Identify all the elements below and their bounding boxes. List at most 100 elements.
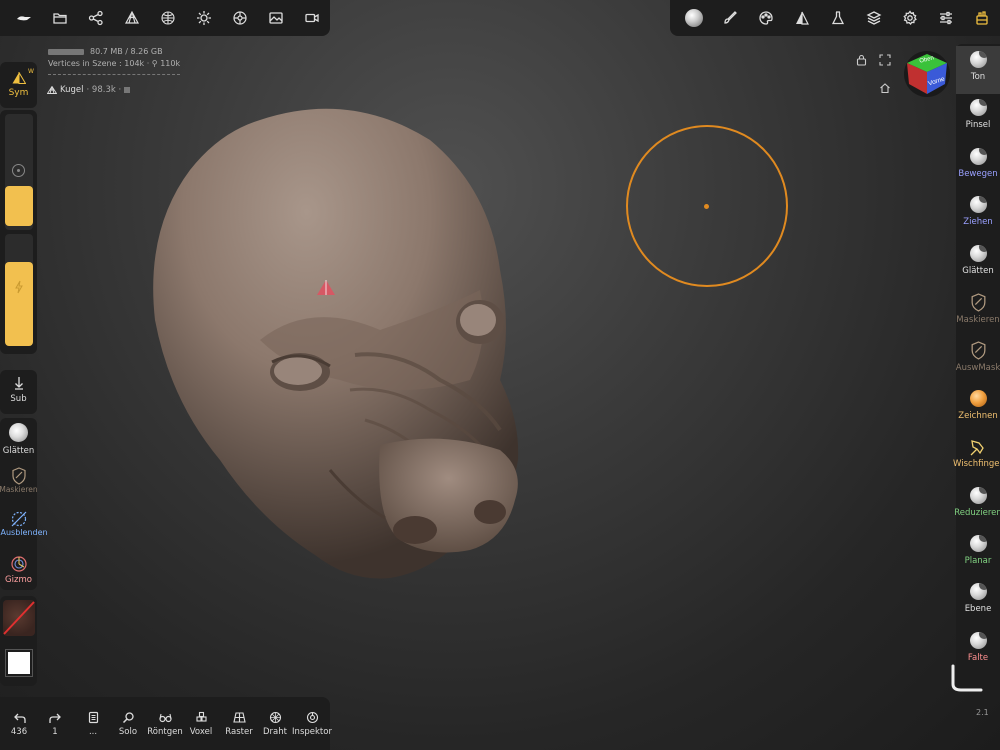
- sliders-icon[interactable]: [928, 0, 964, 36]
- color-swatch[interactable]: [5, 649, 33, 677]
- settings-wheel-icon[interactable]: [222, 0, 258, 36]
- bottom-tool-magnifier[interactable]: Solo: [108, 697, 148, 750]
- brush-center-dot: [704, 204, 709, 209]
- tool-label: Maskieren: [956, 315, 1000, 325]
- subdivide-button[interactable]: Sub: [0, 376, 37, 414]
- bottom-tool-inspector[interactable]: Inspektor: [292, 697, 332, 750]
- video-icon[interactable]: [294, 0, 330, 36]
- tool-label: Planar: [964, 556, 992, 566]
- undo-icon: [13, 713, 26, 723]
- bottom-tool-label: Voxel: [189, 726, 213, 737]
- object-color-swatch: [124, 87, 131, 93]
- tool-glätten[interactable]: Glätten: [956, 240, 1000, 288]
- flask-icon[interactable]: [820, 0, 856, 36]
- hide-sphere-icon: [11, 511, 26, 527]
- object-label[interactable]: Kugel · 98.3k ·: [47, 85, 131, 95]
- symmetry-toggle[interactable]: W Sym: [0, 62, 37, 108]
- logo-icon[interactable]: [6, 0, 42, 36]
- left-tool-label: Sub: [10, 394, 27, 404]
- matcap-sphere-icon[interactable]: [676, 0, 712, 36]
- palette-icon[interactable]: [748, 0, 784, 36]
- left-tool-label: Ausblenden: [0, 528, 48, 537]
- no-material-icon: [3, 601, 35, 635]
- view-controls: [852, 52, 896, 96]
- gizmo-icon: [10, 556, 27, 572]
- tool-label: Ziehen: [963, 217, 993, 228]
- gear-icon[interactable]: [892, 0, 928, 36]
- mesh-icon: [47, 86, 57, 94]
- left-tool-label: Maskieren: [0, 485, 38, 494]
- bottom-tool-label: ...: [88, 726, 98, 737]
- brush-sphere-icon: [969, 196, 987, 214]
- tool-label: AuswMask: [955, 363, 1000, 374]
- tool-ziehen[interactable]: Ziehen: [956, 191, 1000, 239]
- scene-info: 80.7 MB / 8.26 GB Vertices in Szene : 10…: [48, 46, 180, 75]
- intensity-slider-fill: [5, 262, 33, 346]
- magnifier-icon: [122, 711, 134, 723]
- bottom-tool-undo[interactable]: 436: [0, 697, 39, 750]
- multires-icon[interactable]: [114, 0, 150, 36]
- bottom-tool-voxel[interactable]: Voxel: [181, 697, 221, 750]
- smudge-finger-icon: [970, 440, 984, 456]
- left-tool-column: Sub Glätten Maskieren Ausblenden Gizmo: [0, 370, 48, 591]
- tool-label: Falte: [967, 652, 989, 663]
- panel-resize-handle[interactable]: [947, 664, 983, 694]
- mask-button[interactable]: Maskieren: [0, 467, 38, 503]
- tool-ton[interactable]: Ton: [956, 46, 1000, 94]
- sculpt-model[interactable]: [140, 100, 530, 590]
- object-vertex-count: · 98.3k ·: [86, 85, 122, 95]
- tool-label: Ebene: [964, 604, 992, 615]
- tool-wischfinger[interactable]: Wischfinger: [953, 433, 1000, 481]
- hide-button[interactable]: Ausblenden: [0, 510, 48, 550]
- shield-icon: [971, 293, 985, 312]
- shield-icon: [11, 467, 26, 485]
- tools-icon[interactable]: [964, 0, 1000, 36]
- bottom-tool-label: Raster: [225, 726, 253, 737]
- tool-auswmask[interactable]: AuswMask: [956, 336, 1000, 384]
- view-cube[interactable]: Oben Vorne: [903, 50, 951, 98]
- tool-ebene[interactable]: Ebene: [956, 578, 1000, 626]
- glasses-icon: [158, 713, 172, 722]
- fullscreen-icon[interactable]: [879, 54, 891, 66]
- symmetry-label: Sym: [8, 88, 29, 98]
- brush-icon[interactable]: [712, 0, 748, 36]
- inspector-icon: [306, 711, 318, 723]
- bottom-tool-label: Inspektor: [292, 726, 332, 737]
- layers-icon[interactable]: [856, 0, 892, 36]
- tool-maskieren[interactable]: Maskieren: [956, 288, 1000, 336]
- bottom-tool-redo[interactable]: 1: [35, 697, 75, 750]
- image-icon[interactable]: [258, 0, 294, 36]
- home-icon[interactable]: [879, 82, 891, 94]
- brush-sphere-icon: [969, 147, 987, 165]
- folder-icon[interactable]: [42, 0, 78, 36]
- bottom-toolbar: 436 1... Solo Röntgen Voxel Raster Draht Inspek…: [0, 697, 332, 750]
- tool-zeichnen[interactable]: Zeichnen: [956, 385, 1000, 433]
- color-panel: [0, 596, 37, 686]
- gizmo-button[interactable]: Gizmo: [0, 555, 37, 591]
- intensity-icon: [15, 280, 23, 294]
- bottom-tool-label: Röntgen: [147, 726, 183, 737]
- bottom-tool-wireframe[interactable]: Draht: [255, 697, 295, 750]
- brush-sliders: [0, 110, 37, 354]
- notebook-icon: [88, 711, 98, 723]
- smooth-button[interactable]: Glätten: [0, 423, 37, 461]
- bottom-tool-notebook[interactable]: ...: [73, 697, 113, 750]
- brush-sphere-icon: [969, 631, 987, 649]
- shield-icon: [971, 341, 985, 361]
- lock-icon[interactable]: [856, 54, 867, 66]
- symmetry-icon: [12, 72, 26, 84]
- scene-graph-icon[interactable]: [78, 0, 114, 36]
- tool-planar[interactable]: Planar: [956, 530, 1000, 578]
- symmetry-icon[interactable]: [784, 0, 820, 36]
- smooth-ball-icon: [9, 423, 28, 442]
- bottom-tool-grid[interactable]: Raster: [219, 697, 259, 750]
- tool-reduzieren[interactable]: Reduzieren: [954, 482, 1000, 530]
- material-swatch[interactable]: [3, 600, 35, 636]
- bottom-tool-glasses[interactable]: Röntgen: [145, 697, 185, 750]
- material-sphere-icon[interactable]: [150, 0, 186, 36]
- version-label: 2.1: [976, 708, 989, 717]
- light-icon[interactable]: [186, 0, 222, 36]
- tool-pinsel[interactable]: Pinsel: [956, 94, 1000, 142]
- tool-label: Wischfinger: [953, 459, 1000, 470]
- tool-bewegen[interactable]: Bewegen: [956, 143, 1000, 191]
